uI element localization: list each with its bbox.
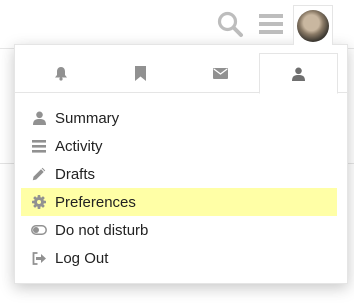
sign-out-icon (31, 250, 47, 266)
tab-notifications[interactable] (21, 53, 100, 93)
background-divider (0, 163, 14, 164)
menu-item-activity[interactable]: Activity (21, 132, 337, 160)
gear-icon (31, 194, 47, 210)
hamburger-menu-button[interactable] (253, 6, 289, 42)
toggle-off-icon (31, 222, 47, 238)
search-icon (217, 11, 243, 37)
envelope-icon (213, 67, 228, 79)
menu-item-label: Drafts (55, 165, 96, 183)
menu-item-label: Log Out (55, 249, 109, 267)
tab-messages[interactable] (181, 53, 260, 93)
bookmark-icon (135, 65, 146, 81)
list-icon (31, 138, 47, 154)
bell-icon (54, 66, 67, 81)
menu-item-summary[interactable]: Summary (21, 104, 337, 132)
menu-item-label: Do not disturb (55, 221, 149, 239)
user-menu-tabs (15, 53, 347, 94)
menu-item-drafts[interactable]: Drafts (21, 160, 337, 188)
pencil-icon (31, 166, 47, 182)
menu-item-label: Summary (55, 109, 120, 127)
user-icon (31, 110, 47, 126)
menu-item-do-not-disturb[interactable]: Do not disturb (21, 216, 337, 244)
menu-item-preferences[interactable]: Preferences (21, 188, 337, 216)
hamburger-icon (259, 14, 283, 34)
user-menu-items: Summary Activity Drafts Preferences Do n… (21, 104, 337, 272)
menu-item-log-out[interactable]: Log Out (21, 244, 337, 272)
user-menu-panel: Summary Activity Drafts Preferences Do n… (14, 44, 348, 284)
menu-item-label: Activity (55, 137, 103, 155)
tab-profile[interactable] (259, 53, 338, 94)
tab-bookmarks[interactable] (101, 53, 180, 93)
user-icon (292, 67, 305, 81)
user-avatar (297, 9, 329, 42)
search-button[interactable] (212, 6, 248, 42)
menu-item-label: Preferences (55, 193, 136, 211)
user-menu-button[interactable] (293, 5, 333, 45)
